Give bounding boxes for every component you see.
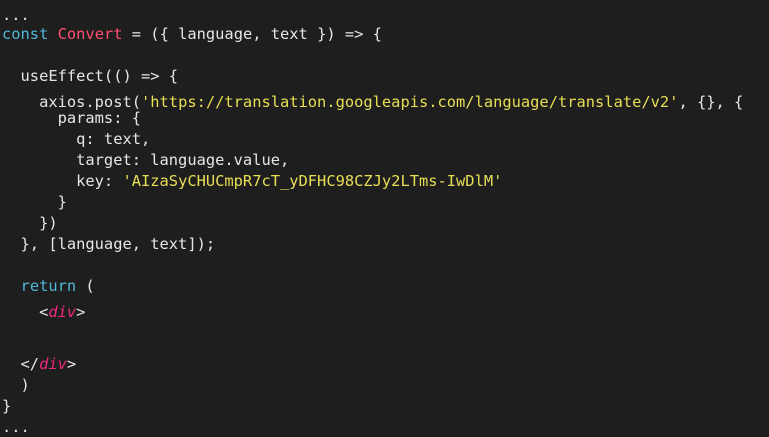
- code-text: q: text,: [2, 130, 151, 148]
- string-literal: 'https://translation.googleapis.com/lang…: [141, 93, 679, 111]
- code-text: key:: [2, 172, 123, 190]
- code-text: }: [2, 193, 67, 211]
- code-text: useEffect(() => {: [2, 67, 179, 85]
- code-text: }): [2, 214, 58, 232]
- code-text: , {}, {: [678, 93, 744, 111]
- code-line: return (: [2, 273, 95, 299]
- code-text: </: [2, 355, 40, 373]
- code-line: useEffect(() => {: [2, 63, 179, 89]
- jsx-tag-name: div: [39, 355, 67, 373]
- code-line: <div>: [2, 299, 85, 325]
- code-text: >: [66, 355, 77, 373]
- code-line: const Convert = ({ language, text }) => …: [2, 21, 382, 47]
- code-line: ...: [2, 414, 30, 437]
- keyword: return: [20, 277, 77, 295]
- code-text: }: [2, 397, 12, 415]
- keyword: const: [2, 25, 49, 43]
- code-text: = ({ language, text }) => {: [122, 25, 382, 43]
- code-text: params: {: [2, 109, 141, 127]
- code-text: }, [language, text]);: [2, 235, 216, 253]
- code-text: (: [76, 277, 95, 295]
- code-line: }, [language, text]);: [2, 231, 216, 257]
- string-literal: 'AIzaSyCHUCmpR7cT_yDFHC98CZJy2LTms-IwDlM…: [122, 172, 503, 190]
- code-text: <: [2, 303, 49, 321]
- code-text: >: [76, 303, 86, 321]
- function-name: Convert: [57, 25, 123, 43]
- code-editor[interactable]: ... const Convert = ({ language, text }) …: [0, 0, 769, 437]
- jsx-tag-name: div: [48, 303, 77, 321]
- code-line: key: 'AIzaSyCHUCmpR7cT_yDFHC98CZJy2LTms-…: [2, 168, 502, 194]
- code-text: ): [2, 376, 30, 394]
- code-text: ...: [2, 418, 30, 436]
- code-text: target: language.value,: [2, 151, 290, 169]
